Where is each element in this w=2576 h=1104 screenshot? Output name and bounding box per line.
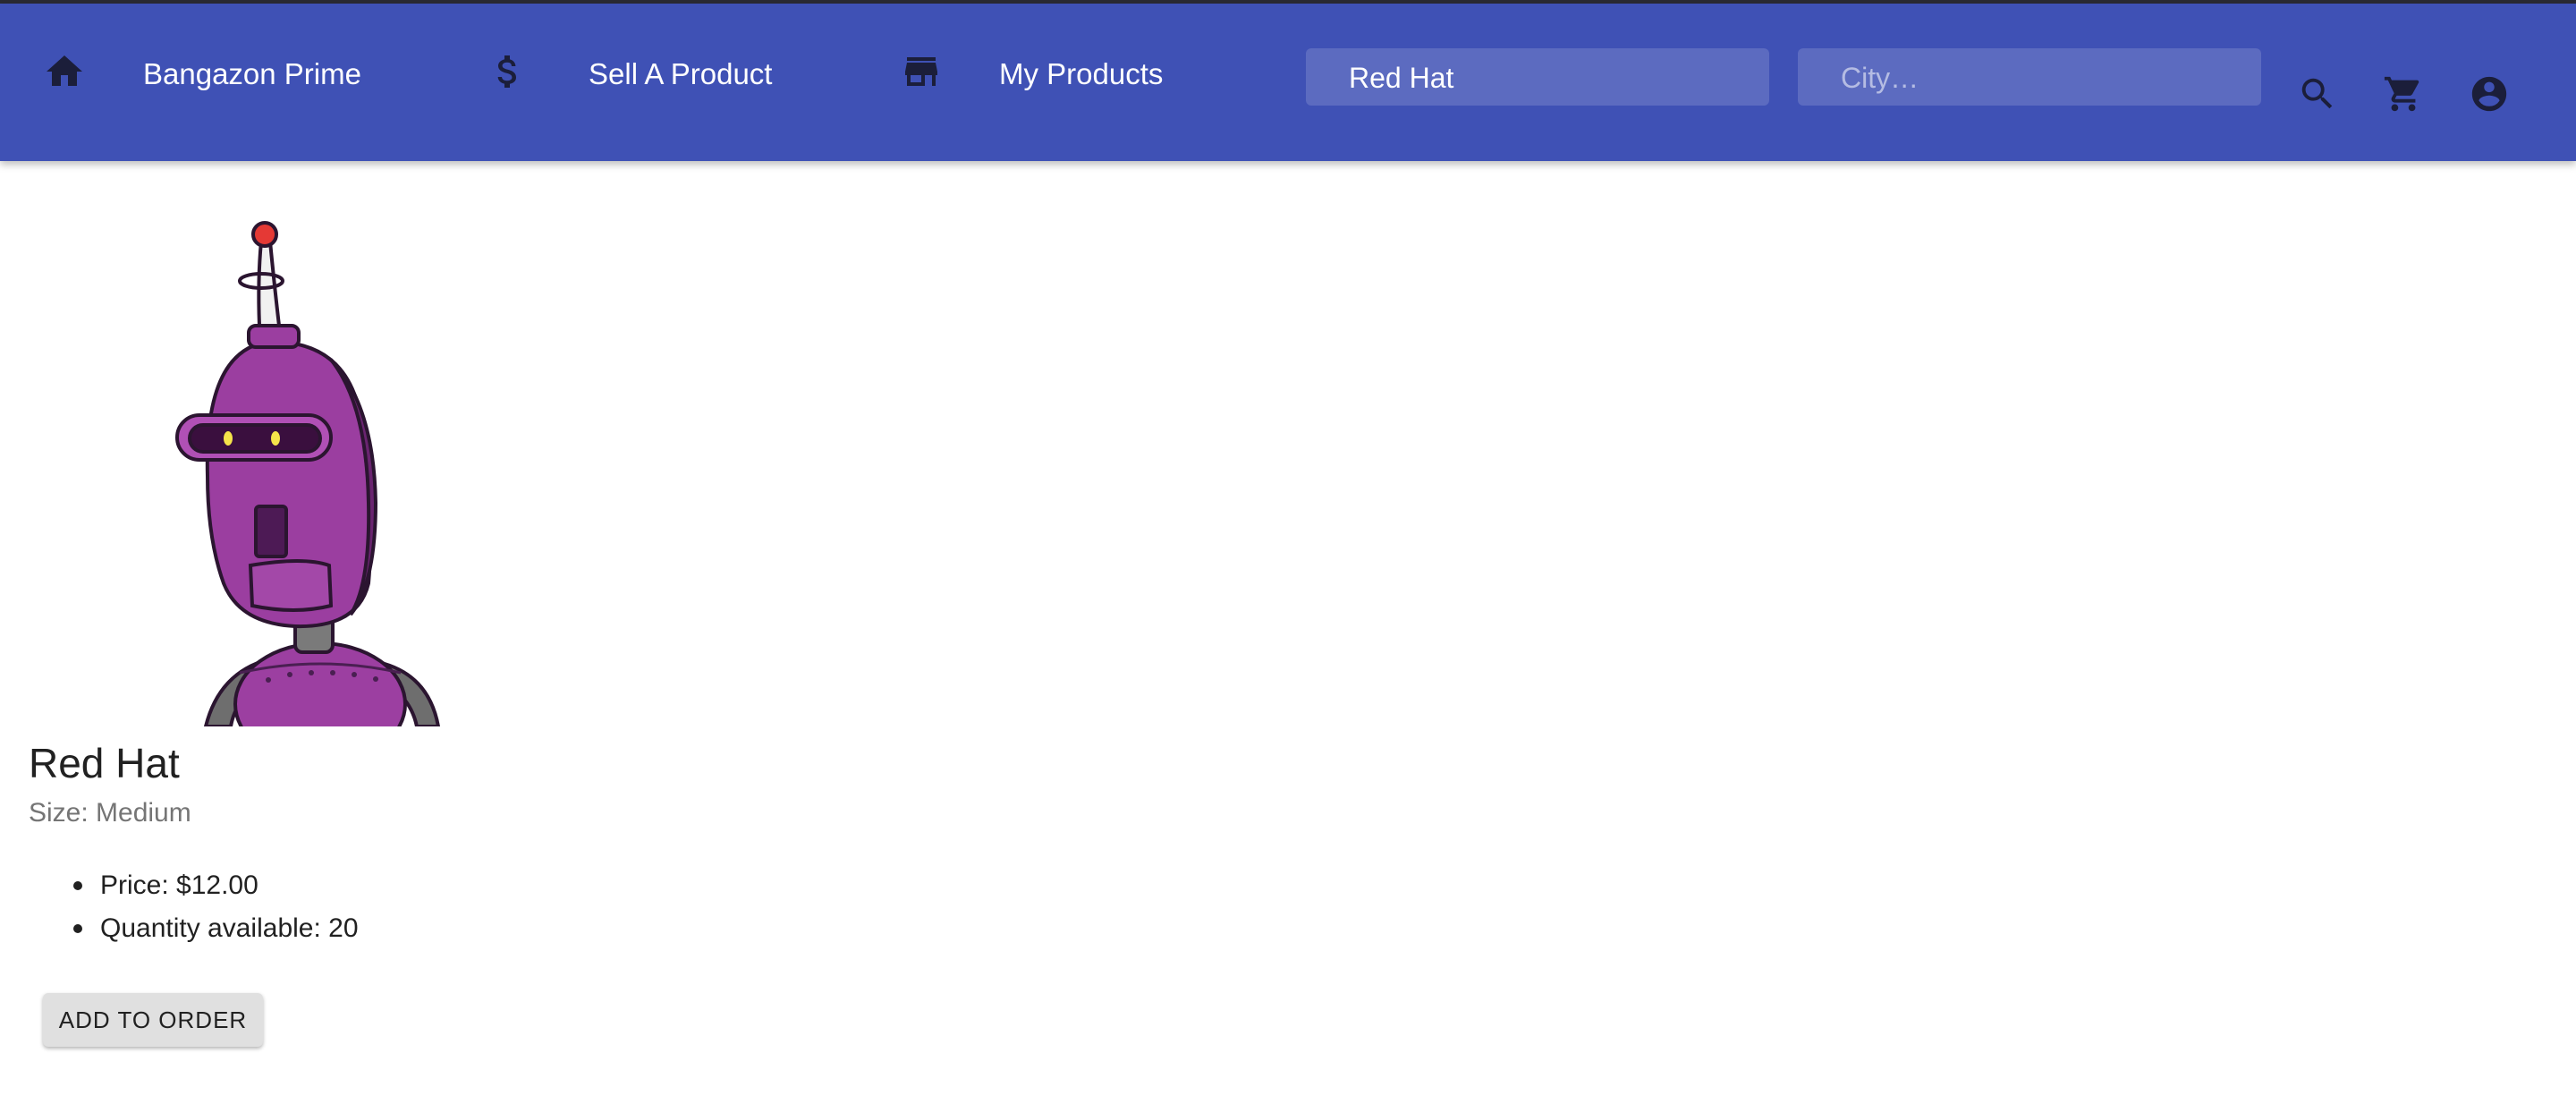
account-circle-icon[interactable] xyxy=(2469,73,2510,115)
nav-home-link[interactable]: Bangazon Prime xyxy=(143,57,361,91)
dollar-icon[interactable] xyxy=(487,50,530,93)
product-price: Price: $12.00 xyxy=(100,870,258,900)
product-quantity: Quantity available: 20 xyxy=(100,913,359,943)
product-size: Size: Medium xyxy=(29,798,191,828)
app-bar: Bangazon Prime Sell A Product My Product… xyxy=(0,4,2576,161)
search-icon[interactable] xyxy=(2297,73,2338,115)
product-title: Red Hat xyxy=(29,740,180,786)
product-image xyxy=(175,221,441,726)
nav-sell-link[interactable]: Sell A Product xyxy=(589,57,772,91)
city-input[interactable] xyxy=(1839,48,2245,107)
product-search-input[interactable] xyxy=(1347,48,1753,107)
bullet xyxy=(73,924,82,933)
cart-icon[interactable] xyxy=(2383,73,2424,115)
product-search-field xyxy=(1306,48,1769,107)
home-icon[interactable] xyxy=(43,50,86,93)
list-item: Price: $12.00 xyxy=(73,868,359,911)
bullet xyxy=(73,881,82,890)
list-item: Quantity available: 20 xyxy=(73,911,359,954)
city-search-field xyxy=(1798,48,2261,107)
nav-my-products-link[interactable]: My Products xyxy=(999,57,1163,91)
product-details-list: Price: $12.00 Quantity available: 20 xyxy=(73,868,359,954)
store-icon[interactable] xyxy=(900,50,943,93)
add-to-order-button[interactable]: ADD TO ORDER xyxy=(43,993,263,1047)
